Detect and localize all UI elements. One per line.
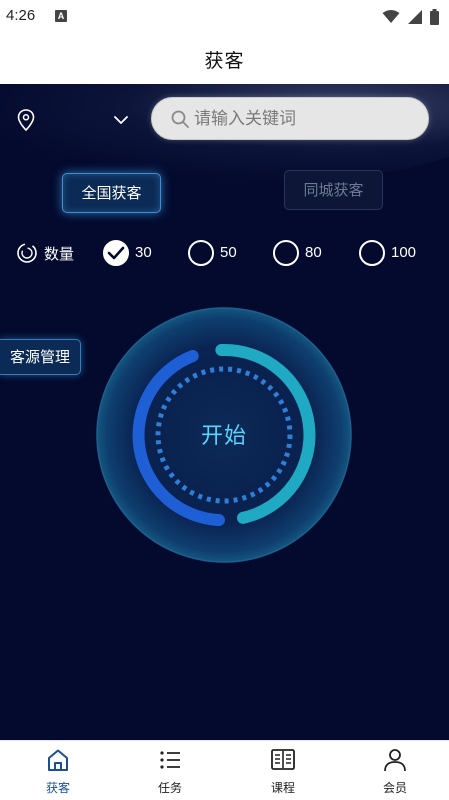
quantity-option-label: 50	[220, 244, 237, 261]
nav-label: 会员	[382, 781, 407, 795]
location-pin-button[interactable]	[15, 108, 37, 134]
signal-icon	[407, 9, 422, 24]
quantity-option-label: 100	[391, 244, 417, 261]
quantity-label: 数量	[44, 245, 75, 263]
nav-item-tasks[interactable]: 任务	[114, 741, 226, 800]
location-pin-icon	[17, 109, 35, 132]
radio-unchecked-icon	[359, 240, 385, 266]
app-header: 获客	[0, 34, 449, 84]
search-input[interactable]	[194, 104, 419, 134]
person-icon	[384, 749, 406, 772]
checkmark-icon	[107, 246, 125, 260]
battery-icon	[430, 8, 439, 25]
radio-checked-icon	[103, 240, 129, 266]
customer-source-management-button[interactable]: 客源管理	[0, 339, 81, 375]
bottom-nav: 获客 任务 课程 会员	[0, 740, 449, 800]
quantity-option-label: 80	[305, 244, 322, 261]
tab-national[interactable]: 全国获客	[62, 173, 161, 213]
nav-label: 获客	[45, 781, 70, 795]
search-box[interactable]	[151, 97, 429, 140]
status-time: 4:26	[6, 7, 36, 24]
page-title: 获客	[204, 50, 245, 72]
city-dropdown-button[interactable]	[112, 112, 130, 126]
start-button[interactable]: 开始	[95, 306, 353, 564]
book-icon	[271, 749, 295, 770]
start-label: 开始	[200, 424, 247, 449]
nav-label: 任务	[157, 781, 182, 795]
main-panel: 全国获客 同城获客 数量 30 50 80 100 客源管理	[0, 84, 449, 740]
home-icon	[48, 749, 68, 771]
wifi-icon	[382, 9, 400, 23]
nav-item-acquire[interactable]: 获客	[2, 741, 114, 800]
quantity-row: 数量 30 50 80 100	[0, 238, 449, 268]
nav-label: 课程	[270, 781, 295, 795]
radio-unchecked-icon	[188, 240, 214, 266]
notification-a-icon: A	[55, 10, 67, 22]
tab-same-city[interactable]: 同城获客	[284, 170, 383, 210]
nav-item-membership[interactable]: 会员	[339, 741, 449, 800]
status-icons	[379, 6, 439, 26]
quantity-spinner-icon	[17, 243, 37, 263]
search-icon	[171, 110, 189, 128]
status-bar: 4:26 A	[0, 0, 449, 34]
quantity-option-label: 30	[135, 244, 152, 261]
nav-item-courses[interactable]: 课程	[227, 741, 339, 800]
radio-unchecked-icon	[273, 240, 299, 266]
chevron-down-icon	[114, 116, 128, 124]
list-icon	[160, 751, 180, 769]
